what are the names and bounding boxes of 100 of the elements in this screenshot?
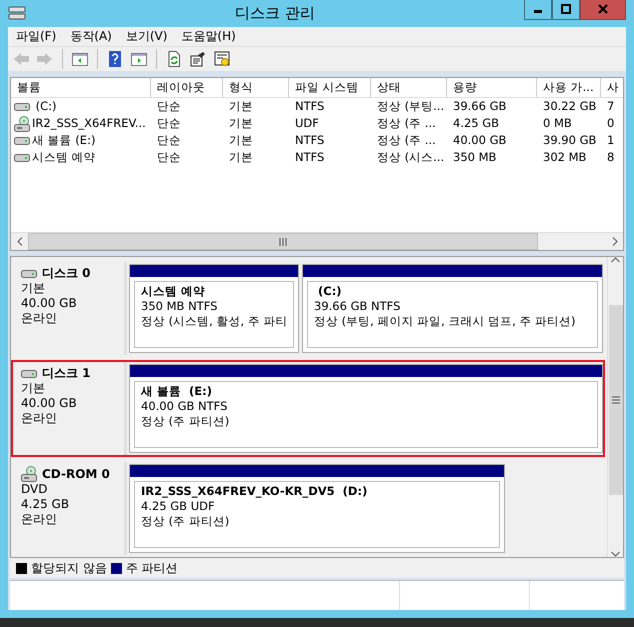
table-cell-text: 0 MB <box>542 115 573 132</box>
table-cell-text: 기본 <box>228 115 254 132</box>
table-cell-text: 8 <box>606 149 616 166</box>
menu-item[interactable]: 동작(A) <box>66 27 116 46</box>
table-cell-text: 단순 <box>156 115 182 132</box>
action-pane-icon <box>130 50 148 68</box>
disk-name: 디스크 0 <box>42 266 91 281</box>
column-header[interactable]: 레이아웃 <box>151 78 223 97</box>
column-header[interactable]: 형식 <box>223 78 289 97</box>
partition-name: 시스템 예약 <box>141 284 206 299</box>
table-cell-text: 정상 (시스... <box>376 149 446 166</box>
maximize-icon <box>561 4 571 14</box>
table-cell-text: 정상 (주 ... <box>376 132 437 149</box>
cd-drive-icon <box>14 116 30 132</box>
close-button[interactable] <box>580 0 626 20</box>
table-cell-text: 기본 <box>228 132 254 149</box>
column-header[interactable]: 볼륨 <box>11 78 151 97</box>
partition-size: 40.00 GB NTFS <box>141 399 228 414</box>
scroll-up-icon <box>611 257 620 263</box>
table-cell-text: 39.66 GB <box>452 98 508 115</box>
partition-block[interactable]: (C:) 39.66 GB NTFS 정상 (부팅, 페이지 파일, 크래시 덤프, 주 파티션) <box>302 264 603 353</box>
grip-icon <box>612 396 620 404</box>
partition-name: 새 볼륨 (E:) <box>141 384 213 399</box>
disk-status: 온라인 <box>21 311 58 326</box>
volume-name: IR2_SSS_X64FREV... <box>32 115 146 132</box>
disk-size: 40.00 GB <box>21 396 78 411</box>
disk-status: 온라인 <box>21 512 58 527</box>
table-cell-text: 단순 <box>156 149 182 166</box>
scroll-left-icon <box>16 237 22 246</box>
column-header[interactable]: 파일 시스템 <box>289 78 371 97</box>
table-cell-text: 기본 <box>228 98 254 115</box>
volume-name: 새 볼륨 (E:) <box>32 132 96 149</box>
partition-status: 정상 (주 파티션) <box>141 414 230 429</box>
volume-name: (C:) <box>34 98 57 115</box>
cd-drive-icon <box>21 466 37 482</box>
table-cell-text: 30.22 GB <box>542 98 598 115</box>
partition-status: 정상 (주 파티션) <box>141 514 230 529</box>
table-cell-text: 39.90 GB <box>542 132 598 149</box>
table-cell-text: 정상 (부팅... <box>376 98 446 115</box>
disk-drive-icon <box>14 136 30 146</box>
menu-item[interactable]: 파일(F) <box>12 27 60 46</box>
minimize-button[interactable] <box>524 0 552 20</box>
scroll-down-icon <box>611 551 620 557</box>
partition-block[interactable]: IR2_SSS_X64FREV_KO-KR_DV5 (D:) 4.25 GB UDF 정상 (주 파티션) <box>129 464 505 553</box>
scrollbar-thumb[interactable] <box>28 233 538 250</box>
column-header[interactable]: 용량 <box>447 78 537 97</box>
disk-type: 기본 <box>21 281 46 296</box>
table-cell-text: 40.00 GB <box>452 132 508 149</box>
table-cell-text: 0 <box>606 115 616 132</box>
disk-type: 기본 <box>21 381 46 396</box>
settings-icon <box>213 50 231 68</box>
volume-name: 시스템 예약 <box>32 149 96 166</box>
table-cell-text: NTFS <box>294 132 326 149</box>
table-cell-text: 350 MB <box>452 149 498 166</box>
legend-label: 할당되지 않음 <box>31 560 107 577</box>
disk-drive-icon <box>21 268 37 278</box>
partition-size: 350 MB NTFS <box>141 299 218 314</box>
table-cell-text: 기본 <box>228 149 254 166</box>
column-header[interactable]: 사용 가... <box>537 78 601 97</box>
disk-size: 40.00 GB <box>21 296 78 311</box>
grip-icon <box>279 238 287 246</box>
table-cell-text: NTFS <box>294 149 326 166</box>
disk-drive-icon <box>14 152 30 162</box>
table-cell-text: 단순 <box>156 98 182 115</box>
disk-drive-icon <box>21 368 37 378</box>
disk-drive-icon <box>14 102 30 112</box>
legend-label: 주 파티션 <box>126 560 178 577</box>
scroll-right-icon <box>612 237 618 246</box>
partition-block[interactable]: 시스템 예약 350 MB NTFS 정상 (시스템, 활성, 주 파티 <box>129 264 299 353</box>
disk-status: 온라인 <box>21 411 58 426</box>
disk-type: DVD <box>21 482 48 497</box>
table-cell-text: 정상 (주 ... <box>376 115 437 132</box>
table-cell-text: 단순 <box>156 132 182 149</box>
table-cell-text: NTFS <box>294 98 326 115</box>
partition-block[interactable]: 새 볼륨 (E:) 40.00 GB NTFS 정상 (주 파티션) <box>129 364 603 453</box>
partition-name: (C:) <box>317 284 343 299</box>
help-icon <box>106 50 124 68</box>
table-cell-text: 7 <box>606 98 616 115</box>
menu-item[interactable]: 도움말(H) <box>177 27 240 46</box>
scrollbar-thumb[interactable] <box>608 305 622 495</box>
partition-status: 정상 (시스템, 활성, 주 파티 <box>141 314 287 329</box>
partition-status: 정상 (부팅, 페이지 파일, 크래시 덤프, 주 파티션) <box>314 314 577 329</box>
table-cell-text: 4.25 GB <box>452 115 500 132</box>
column-header[interactable]: 사 <box>601 78 623 97</box>
disk-name: CD-ROM 0 <box>42 466 110 482</box>
column-header[interactable]: 상태 <box>371 78 447 97</box>
window-title: 디스크 관리 <box>234 3 316 24</box>
close-icon <box>598 4 608 14</box>
maximize-button[interactable] <box>552 0 580 20</box>
disk-size: 4.25 GB <box>21 497 70 512</box>
properties-icon <box>189 50 207 68</box>
app-icon <box>8 5 26 22</box>
table-cell-text: UDF <box>294 115 320 132</box>
table-cell-text: 1 <box>606 132 616 149</box>
disk-name: 디스크 1 <box>42 366 91 381</box>
table-cell-text: 302 MB <box>542 149 588 166</box>
partition-size: 4.25 GB UDF <box>141 499 216 514</box>
menu-item[interactable]: 보기(V) <box>122 27 172 46</box>
selected-disk-outline[interactable]: 디스크 1 기본 40.00 GB 온라인 새 볼륨 (E:) 40.00 GB NTFS 정상 (주 파티션) <box>11 360 605 457</box>
partition-size: 39.66 GB NTFS <box>314 299 402 314</box>
